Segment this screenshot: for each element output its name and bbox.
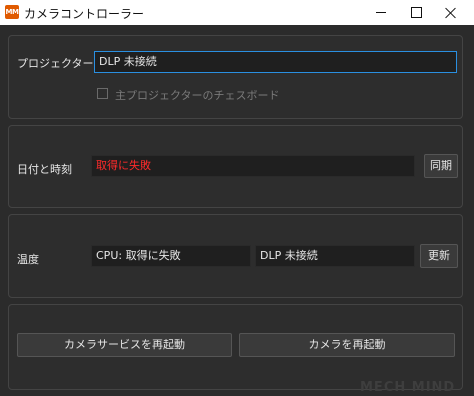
dlp-temperature-field: DLP 未接続	[255, 245, 415, 267]
cpu-temperature-field: CPU: 取得に失敗	[91, 245, 251, 267]
maximize-icon	[410, 7, 422, 18]
actions-panel: カメラサービスを再起動 カメラを再起動	[8, 304, 463, 390]
projector-panel: プロジェクター DLP 未接続 主プロジェクターのチェスボード	[8, 35, 463, 119]
sync-button[interactable]: 同期	[424, 154, 458, 178]
datetime-field: 取得に失敗	[91, 155, 415, 177]
window-title: カメラコントローラー	[24, 7, 145, 21]
watermark: MECH MIND	[360, 380, 456, 395]
restart-camera-service-button[interactable]: カメラサービスを再起動	[17, 333, 232, 357]
chessboard-checkbox-label: 主プロジェクターのチェスボード	[115, 89, 280, 102]
datetime-panel: 日付と時刻 取得に失敗 同期	[8, 125, 463, 208]
close-icon	[445, 7, 457, 19]
app-logo-icon: MM	[5, 5, 19, 19]
temperature-label: 温度	[17, 253, 39, 266]
datetime-label: 日付と時刻	[17, 163, 72, 176]
projector-label: プロジェクター	[17, 57, 94, 70]
temperature-panel: 温度 CPU: 取得に失敗 DLP 未接続 更新	[8, 214, 463, 298]
projector-status-field[interactable]: DLP 未接続	[94, 51, 457, 73]
restart-camera-button[interactable]: カメラを再起動	[239, 333, 455, 357]
chessboard-checkbox[interactable]	[97, 88, 108, 99]
refresh-button[interactable]: 更新	[420, 244, 458, 268]
close-button[interactable]	[428, 0, 474, 25]
minimize-icon	[376, 12, 386, 13]
title-bar: MM カメラコントローラー	[0, 0, 474, 25]
